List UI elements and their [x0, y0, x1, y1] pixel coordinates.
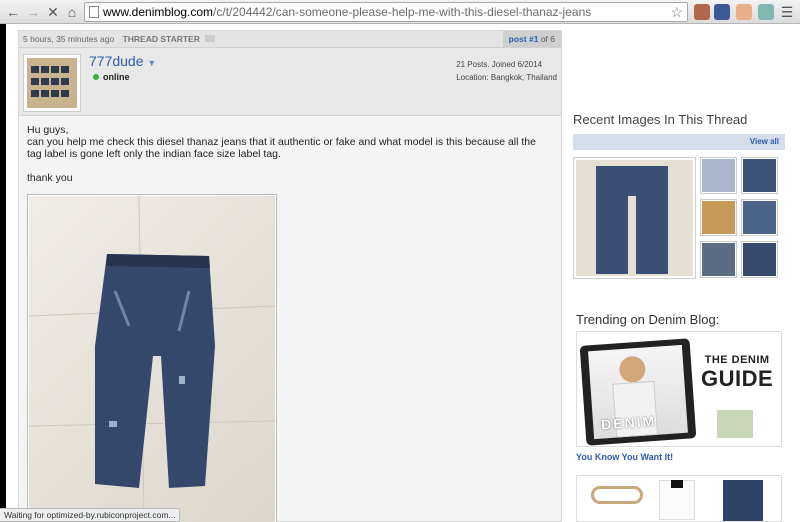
chevron-down-icon[interactable]: ▼ — [147, 58, 156, 68]
bookmark-star-icon[interactable]: ☆ — [670, 3, 683, 21]
jeans-photo — [29, 196, 275, 522]
recent-image-thumb[interactable] — [700, 241, 737, 278]
page-icon — [89, 6, 99, 18]
thread-starter-label: THREAD STARTER — [122, 34, 200, 44]
ad-headline: THE DENIM GUIDE — [701, 354, 773, 392]
menu-icon[interactable]: ☰ — [778, 3, 796, 21]
post-signoff: thank you — [27, 172, 73, 184]
view-all-link[interactable]: View all — [573, 134, 785, 150]
username-text[interactable]: 777dude — [89, 53, 144, 69]
forward-icon[interactable]: → — [24, 3, 42, 21]
post-greeting: Hu guys, — [27, 124, 69, 136]
post-number-link[interactable]: post #1 — [509, 34, 539, 44]
url-path: /c/t/204442/can-someone-please-help-me-w… — [213, 5, 592, 19]
online-status: online — [93, 72, 130, 82]
extension-icon[interactable] — [736, 4, 752, 20]
address-bar[interactable]: www.denimblog.com/c/t/204442/can-someone… — [84, 2, 688, 22]
avatar-image — [27, 58, 77, 108]
post-message: can you help me check this diesel thanaz… — [27, 136, 536, 160]
recent-image-thumb[interactable] — [741, 157, 778, 194]
posts-joined: 21 Posts. Joined 6/2014 — [456, 60, 543, 69]
instagram-icon[interactable] — [694, 4, 710, 20]
avatar[interactable] — [23, 54, 81, 112]
user-info: 777dude ▼ online 21 Posts. Joined 6/2014… — [19, 48, 561, 116]
back-icon[interactable]: ← — [4, 3, 22, 21]
web-page: 5 hours, 35 minutes ago THREAD STARTER p… — [6, 24, 800, 522]
fashion-ad[interactable] — [576, 475, 782, 522]
post-number[interactable]: post #1 of 6 — [502, 31, 561, 47]
online-status-text: online — [103, 72, 130, 82]
recent-image-main[interactable] — [573, 157, 696, 279]
recent-image-thumb[interactable] — [741, 241, 778, 278]
username[interactable]: 777dude ▼ — [89, 53, 156, 69]
post-photo[interactable] — [27, 194, 277, 522]
recent-image-thumb[interactable] — [741, 199, 778, 236]
ad-line1: THE DENIM — [704, 354, 770, 366]
ad-line2: GUIDE — [701, 366, 774, 391]
home-icon[interactable]: ⌂ — [63, 3, 81, 21]
post-total: of 6 — [540, 34, 555, 44]
denim-guide-ad[interactable]: DENIM THE DENIM GUIDE — [576, 331, 782, 447]
browser-toolbar: ← → ✕ ⌂ www.denimblog.com/c/t/204442/can… — [0, 0, 800, 24]
recent-images-title: Recent Images In This Thread — [573, 112, 748, 127]
trending-title: Trending on Denim Blog: — [576, 312, 720, 327]
user-stats: 21 Posts. Joined 6/2014 Location: Bangko… — [456, 58, 557, 84]
facebook-icon[interactable] — [714, 4, 730, 20]
tablet-image: DENIM — [579, 338, 697, 446]
forum-post: 5 hours, 35 minutes ago THREAD STARTER p… — [18, 30, 562, 522]
status-bar: Waiting for optimized-by.rubiconproject.… — [0, 508, 181, 522]
post-body: Hu guys, can you help me check this dies… — [19, 116, 561, 184]
extension-icon-2[interactable] — [758, 4, 774, 20]
post-header: 5 hours, 35 minutes ago THREAD STARTER p… — [19, 31, 561, 48]
online-dot-icon — [93, 74, 99, 80]
recent-image-thumb[interactable] — [700, 157, 737, 194]
post-time: 5 hours, 35 minutes ago — [23, 34, 115, 44]
location: Location: Bangkok, Thailand — [456, 73, 557, 82]
stop-icon[interactable]: ✕ — [44, 3, 62, 21]
comment-icon — [205, 35, 216, 42]
ad-thumbnail — [717, 410, 753, 438]
recent-image-thumb[interactable] — [700, 199, 737, 236]
ad-caption[interactable]: You Know You Want It! — [576, 452, 673, 462]
url-host: www.denimblog.com — [103, 5, 214, 19]
jeans-image — [29, 196, 275, 522]
